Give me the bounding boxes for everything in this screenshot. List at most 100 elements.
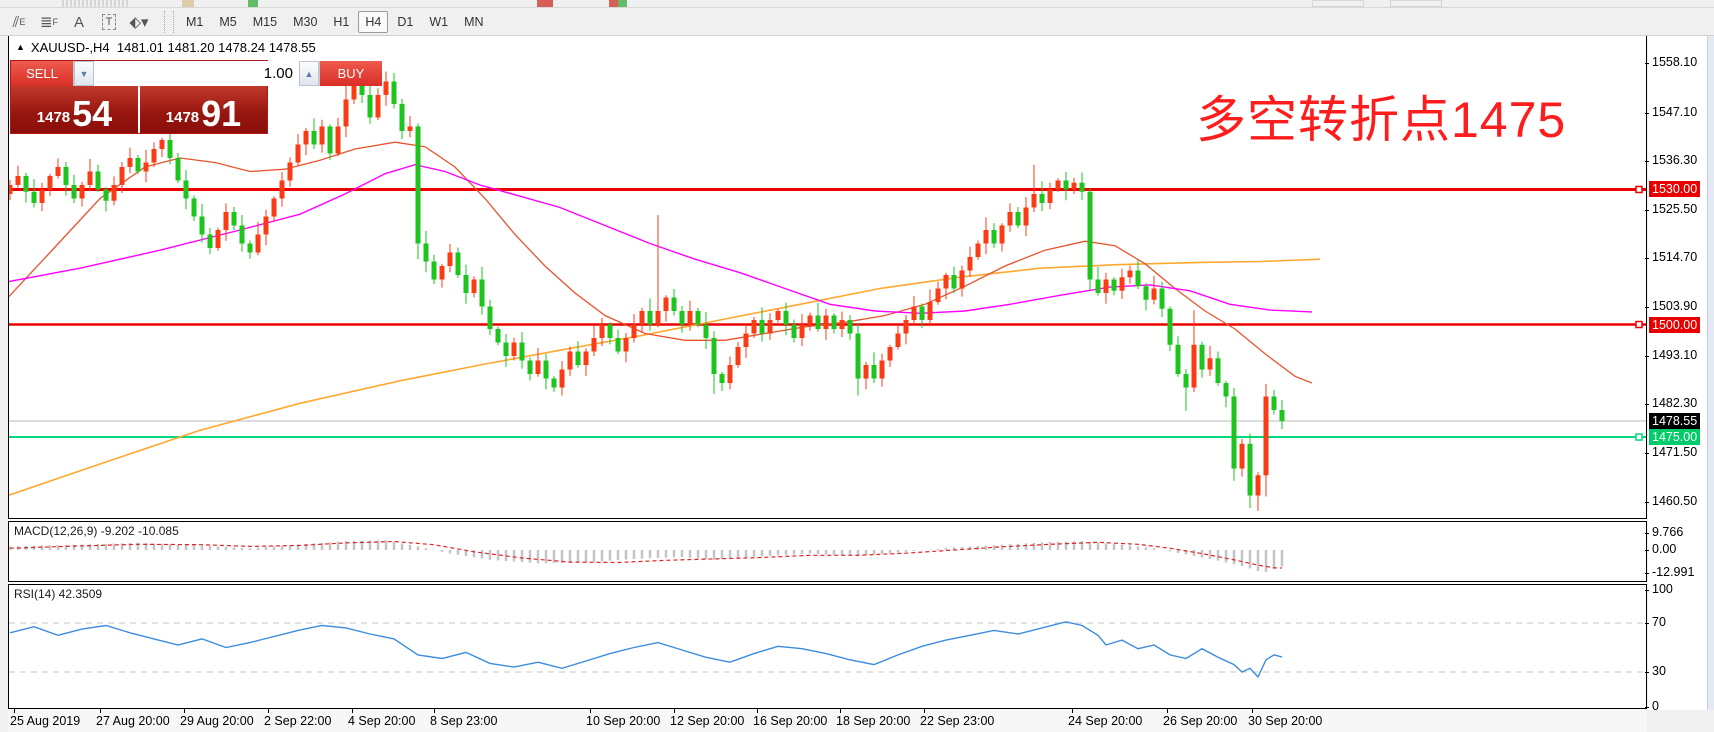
sell-button[interactable]: SELL: [11, 61, 73, 86]
bull-candle[interactable]: [1024, 207, 1029, 225]
bull-candle[interactable]: [9, 185, 13, 194]
bull-candle[interactable]: [968, 257, 973, 271]
bull-candle[interactable]: [976, 243, 981, 257]
bull-candle[interactable]: [448, 252, 453, 266]
bull-candle[interactable]: [632, 325, 637, 339]
bull-candle[interactable]: [1048, 189, 1053, 203]
bear-candle[interactable]: [1096, 279, 1101, 293]
bull-candle[interactable]: [1192, 345, 1197, 388]
bear-candle[interactable]: [488, 307, 493, 330]
bull-candle[interactable]: [216, 230, 221, 248]
timeframe-m15[interactable]: M15: [246, 11, 284, 33]
timeframe-h4[interactable]: H4: [358, 11, 388, 33]
bear-candle[interactable]: [1112, 279, 1117, 290]
bull-candle[interactable]: [592, 338, 597, 352]
bear-candle[interactable]: [432, 261, 437, 279]
bull-candle[interactable]: [560, 370, 565, 388]
line-endpoint-handle[interactable]: [1636, 434, 1642, 440]
bull-candle[interactable]: [88, 171, 93, 185]
line-endpoint-handle[interactable]: [1636, 322, 1642, 328]
bull-candle[interactable]: [376, 95, 381, 118]
bear-candle[interactable]: [1080, 183, 1085, 192]
right-scroll-strip[interactable]: [1707, 36, 1714, 710]
bull-candle[interactable]: [1152, 289, 1157, 300]
bull-candle[interactable]: [1104, 279, 1109, 293]
bull-candle[interactable]: [264, 216, 269, 234]
bull-candle[interactable]: [904, 320, 909, 334]
bull-candle[interactable]: [80, 185, 85, 199]
bull-candle[interactable]: [408, 126, 413, 131]
bear-candle[interactable]: [416, 126, 421, 243]
bear-candle[interactable]: [480, 279, 485, 306]
bear-candle[interactable]: [616, 338, 621, 352]
bull-candle[interactable]: [944, 275, 949, 289]
bear-candle[interactable]: [1272, 397, 1277, 411]
bear-candle[interactable]: [784, 311, 789, 325]
bear-candle[interactable]: [368, 95, 373, 118]
bull-candle[interactable]: [752, 320, 757, 334]
bull-candle[interactable]: [336, 126, 341, 153]
bull-candle[interactable]: [1120, 277, 1125, 291]
bear-candle[interactable]: [168, 140, 173, 158]
bull-candle[interactable]: [1240, 444, 1245, 469]
panel-separator[interactable]: [8, 518, 1647, 522]
buy-button[interactable]: BUY: [320, 61, 382, 86]
bull-candle[interactable]: [16, 176, 21, 185]
timeframe-d1[interactable]: D1: [390, 11, 420, 33]
bull-candle[interactable]: [744, 334, 749, 348]
bear-candle[interactable]: [848, 320, 853, 334]
bull-candle[interactable]: [1208, 358, 1213, 369]
bear-candle[interactable]: [1064, 180, 1069, 189]
bear-candle[interactable]: [184, 180, 189, 198]
timeframe-m5[interactable]: M5: [212, 11, 243, 33]
bull-candle[interactable]: [984, 230, 989, 244]
bear-candle[interactable]: [1216, 358, 1221, 383]
bear-candle[interactable]: [1248, 444, 1253, 496]
bear-candle[interactable]: [720, 374, 725, 383]
bear-candle[interactable]: [1232, 397, 1237, 469]
bull-candle[interactable]: [1072, 183, 1077, 190]
bull-candle[interactable]: [808, 316, 813, 325]
bear-candle[interactable]: [192, 198, 197, 216]
bull-candle[interactable]: [960, 270, 965, 288]
bear-candle[interactable]: [136, 158, 141, 172]
bull-candle[interactable]: [512, 343, 517, 357]
bull-candle[interactable]: [824, 316, 829, 330]
timeframe-w1[interactable]: W1: [422, 11, 455, 33]
timeframe-mn[interactable]: MN: [457, 11, 490, 33]
fibonacci-retracement-icon[interactable]: ≣F: [35, 11, 63, 33]
bull-candle[interactable]: [896, 334, 901, 348]
bear-candle[interactable]: [832, 316, 837, 330]
bear-candle[interactable]: [464, 275, 469, 293]
bull-candle[interactable]: [1008, 212, 1013, 226]
bear-candle[interactable]: [528, 361, 533, 375]
bear-candle[interactable]: [648, 311, 653, 325]
bear-candle[interactable]: [64, 167, 69, 185]
bear-candle[interactable]: [1136, 270, 1141, 286]
bear-candle[interactable]: [1144, 286, 1149, 300]
bull-candle[interactable]: [48, 176, 53, 190]
bear-candle[interactable]: [328, 126, 333, 153]
bear-candle[interactable]: [920, 307, 925, 321]
bear-candle[interactable]: [856, 334, 861, 379]
equidistant-channel-icon[interactable]: ⫽E: [5, 11, 33, 33]
ask-price-panel[interactable]: 1478 91: [140, 86, 267, 133]
bull-candle[interactable]: [152, 149, 157, 163]
bear-candle[interactable]: [240, 225, 245, 243]
line-endpoint-handle[interactable]: [1636, 186, 1642, 192]
bull-candle[interactable]: [1128, 270, 1133, 277]
bear-candle[interactable]: [32, 192, 37, 203]
bull-candle[interactable]: [936, 289, 941, 303]
price-axis[interactable]: 1558.101547.101536.301525.501514.701503.…: [1648, 36, 1707, 710]
bull-candle[interactable]: [776, 311, 781, 320]
bull-candle[interactable]: [600, 325, 605, 339]
bear-candle[interactable]: [760, 320, 765, 334]
bull-candle[interactable]: [880, 361, 885, 379]
bull-candle[interactable]: [280, 180, 285, 198]
bull-candle[interactable]: [440, 266, 445, 280]
bull-candle[interactable]: [128, 158, 133, 167]
bear-candle[interactable]: [544, 361, 549, 379]
bear-candle[interactable]: [1200, 345, 1205, 370]
bull-candle[interactable]: [304, 131, 309, 145]
bear-candle[interactable]: [696, 311, 701, 325]
